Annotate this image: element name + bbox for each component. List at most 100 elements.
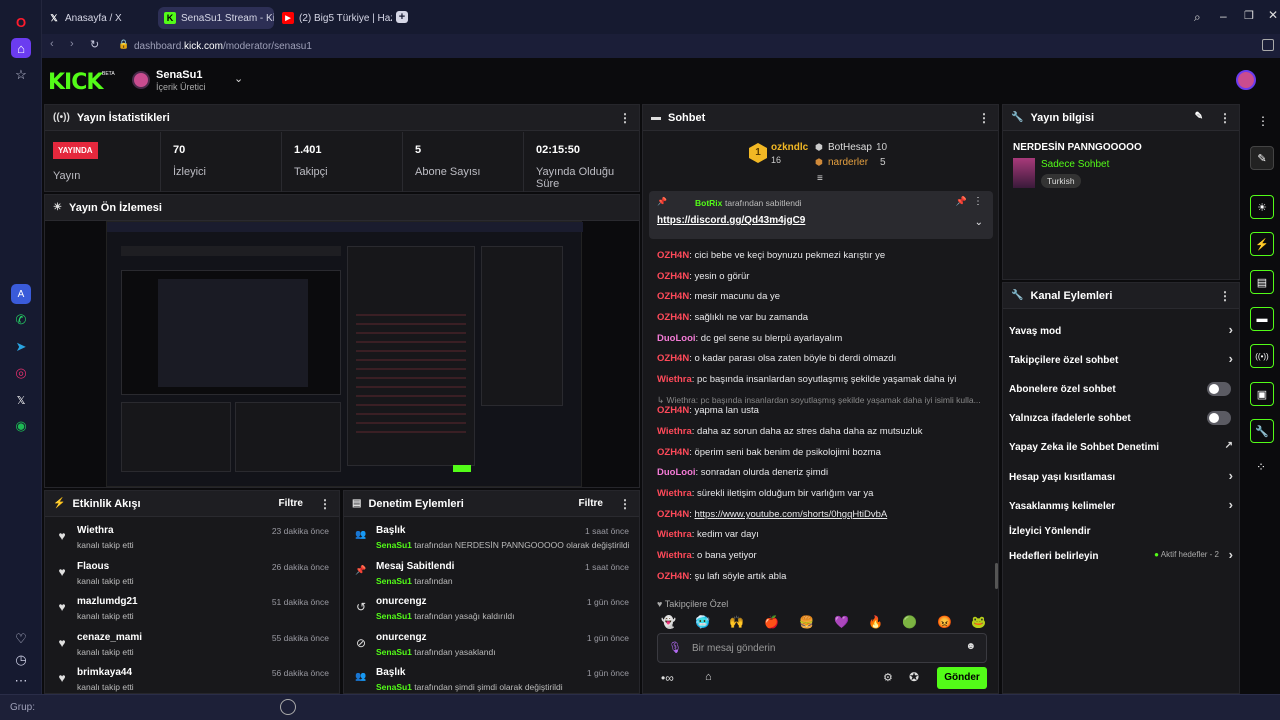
chat-username[interactable]: OZH4N — [657, 250, 689, 261]
chat-text[interactable]: https://www.youtube.com/shorts/0hgqHtiDv… — [694, 509, 887, 520]
menu-icon[interactable]: ⋮ — [978, 111, 990, 125]
ai-moderation-button[interactable]: Yapay Zeka ile Sohbet Denetimi ↗ — [1009, 436, 1233, 458]
emoji-icon[interactable]: ☻ — [965, 641, 976, 652]
pinned-link[interactable]: https://discord.gg/Qd43m4jgC9 — [657, 215, 805, 226]
chat-scrollbar[interactable] — [995, 563, 998, 589]
minimize-icon[interactable]: – — [1220, 9, 1227, 23]
menu-icon[interactable]: ⋮ — [619, 111, 631, 125]
lightning-icon[interactable]: ⚡ — [1250, 232, 1274, 256]
account-age-button[interactable]: Hesap yaşı kısıtlaması › — [1009, 466, 1233, 488]
top-gifter-name[interactable]: ozkndlc — [771, 142, 808, 153]
chat-username[interactable]: OZH4N — [657, 509, 689, 520]
chat-username[interactable]: OZH4N — [657, 405, 689, 416]
kicks-icon[interactable]: •∞ — [661, 671, 674, 685]
leaderboard-expand-icon[interactable]: ≡ — [817, 173, 823, 184]
activity-user[interactable]: Flaous — [77, 561, 109, 572]
tag-pill[interactable]: Turkish — [1041, 174, 1081, 188]
category-link[interactable]: Sadece Sohbet — [1041, 159, 1109, 170]
activity-user[interactable]: mazlumdg21 — [77, 596, 138, 607]
emote[interactable]: 👻 — [661, 615, 676, 629]
filter-button[interactable]: Filtre — [579, 498, 603, 509]
whatsapp-icon[interactable]: ✆ — [11, 310, 31, 330]
unpin-icon[interactable]: 📌 — [956, 196, 967, 207]
telegram-icon[interactable]: ➤ — [11, 337, 31, 357]
edit-icon[interactable]: ✎ — [1250, 146, 1274, 170]
star-icon[interactable]: ☆ — [11, 65, 31, 85]
mod-actor[interactable]: SenaSu1 — [376, 540, 412, 550]
chevron-down-icon[interactable]: ⌄ — [975, 217, 983, 228]
profile-avatar[interactable] — [1236, 70, 1256, 90]
chat-username[interactable]: Wiethra — [657, 488, 692, 499]
aria-icon[interactable]: A — [11, 284, 31, 304]
send-button[interactable]: Gönder — [937, 667, 987, 689]
broadcast-icon[interactable]: ((•)) — [1250, 344, 1274, 368]
restore-icon[interactable]: ❐ — [1244, 9, 1254, 22]
filter-button[interactable]: Filtre — [279, 498, 303, 509]
tab-youtube[interactable]: ▶ (2) Big5 Türkiye | Hazırlık S — [276, 7, 392, 29]
url-field[interactable]: 🔒 dashboard. kick.com/moderator/senasu1 — [112, 36, 1142, 56]
settings-icon[interactable]: ⚙ — [883, 671, 893, 684]
followers-chat-button[interactable]: Takipçilere özel sohbet › — [1009, 349, 1233, 371]
chat-username[interactable]: OZH4N — [657, 353, 689, 364]
menu-icon[interactable]: ⋮ — [973, 196, 983, 207]
history-icon[interactable]: ◷ — [11, 650, 31, 670]
reload-icon[interactable]: ↻ — [90, 38, 99, 51]
instagram-icon[interactable]: ◎ — [11, 363, 31, 383]
more-icon[interactable]: ⁘ — [1256, 460, 1266, 474]
chat-username[interactable]: OZH4N — [657, 571, 689, 582]
chat-icon[interactable]: ▬ — [1250, 307, 1274, 331]
menu-icon[interactable]: ⋮ — [319, 497, 331, 511]
new-tab-icon[interactable]: + — [396, 11, 408, 23]
gift-icon[interactable]: ✪ — [909, 670, 919, 684]
menu-icon[interactable]: ⋮ — [619, 497, 631, 511]
close-icon[interactable]: ✕ — [1268, 8, 1278, 22]
heart-icon[interactable]: ♡ — [11, 629, 31, 649]
swirl-icon[interactable] — [280, 699, 296, 715]
video-icon[interactable]: ▣ — [1250, 382, 1274, 406]
emote[interactable]: 🍔 — [799, 615, 814, 629]
edit-icon[interactable]: ✎ — [1195, 111, 1203, 122]
forward-icon[interactable]: › — [70, 38, 74, 50]
chat-username[interactable]: DuoLooi — [657, 333, 696, 344]
store-icon[interactable]: ⌂ — [705, 671, 712, 683]
menu-icon[interactable]: ⋮ — [1219, 289, 1231, 303]
wrench-icon[interactable]: 🔧 — [1250, 419, 1274, 443]
emote[interactable]: 🔥 — [868, 615, 883, 629]
chevron-down-icon[interactable]: ⌄ — [234, 72, 243, 85]
activity-user[interactable]: Wiethra — [77, 525, 114, 536]
chat-username[interactable]: Wiethra — [657, 550, 692, 561]
activity-user[interactable]: brimkaya44 — [77, 667, 132, 678]
opera-logo-icon[interactable]: O — [11, 12, 31, 32]
stream-preview-video[interactable] — [106, 221, 583, 487]
chat-username[interactable]: Wiethra — [657, 374, 692, 385]
emote[interactable]: 🍎 — [764, 615, 779, 629]
chat-input[interactable]: 🎙 Bir mesaj gönderin ☻ — [657, 633, 987, 663]
host-button[interactable]: İzleyici Yönlendir — [1009, 520, 1233, 542]
chat-username[interactable]: Wiethra — [657, 529, 692, 540]
tab-kick[interactable]: K SenaSu1 Stream - Kick — [158, 7, 274, 29]
more-icon[interactable]: ⋯ — [11, 671, 31, 691]
pinned-by[interactable]: BotRix — [695, 198, 722, 208]
extensions-icon[interactable] — [1262, 39, 1274, 51]
slow-mode-button[interactable]: Yavaş mod › — [1009, 320, 1233, 342]
search-icon[interactable]: ⌕ — [1194, 10, 1201, 25]
mod-actor[interactable]: SenaSu1 — [376, 647, 412, 657]
chat-username[interactable]: OZH4N — [657, 312, 689, 323]
chat-username[interactable]: DuoLooi — [657, 467, 696, 478]
emote[interactable]: 🟢 — [902, 615, 917, 629]
chat-username[interactable]: OZH4N — [657, 447, 689, 458]
spotify-icon[interactable]: ◉ — [11, 416, 31, 436]
emote[interactable]: 😡 — [937, 615, 952, 629]
mod-actor[interactable]: SenaSu1 — [376, 682, 412, 692]
mod-actor[interactable]: SenaSu1 — [376, 611, 412, 621]
top-gifter-name[interactable]: narderler — [828, 157, 868, 168]
emote[interactable]: 🥶 — [695, 615, 710, 629]
menu-icon[interactable]: ⋮ — [1257, 114, 1269, 128]
top-gifter-name[interactable]: BotHesap — [828, 142, 872, 153]
set-goals-button[interactable]: Hedefleri belirleyin ● Aktif hedefler - 2… — [1009, 545, 1233, 567]
emotes-chat-toggle[interactable] — [1207, 411, 1231, 425]
chat-username[interactable]: Wiethra — [657, 426, 692, 437]
category-thumbnail[interactable] — [1013, 158, 1035, 188]
subscribers-chat-toggle[interactable] — [1207, 382, 1231, 396]
back-icon[interactable]: ‹ — [50, 38, 54, 50]
